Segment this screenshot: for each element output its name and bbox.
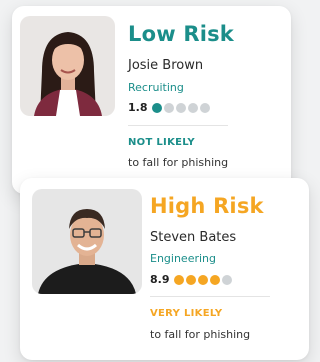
risk-level-label: High Risk [150,194,264,218]
phishing-caption: to fall for phishing [128,156,229,169]
risk-score-dots [151,98,212,117]
phishing-likelihood: VERY LIKELY [150,308,223,319]
risk-level-label: Low Risk [128,22,234,46]
risk-score: 8.9 [150,273,170,286]
phishing-likelihood: NOT LIKELY [128,137,195,148]
employee-risk-card-high: High Risk Steven Bates Engineering 8.9 V… [20,178,309,360]
score-dot-filled [209,275,220,285]
employee-risk-card-low: Low Risk Josie Brown Recruiting 1.8 NOT … [12,6,291,194]
employee-photo [20,16,115,116]
score-dot-empty [199,103,210,113]
score-dot-filled [185,275,196,285]
score-dot-filled [173,275,184,285]
risk-score-row: 1.8 [128,98,212,117]
risk-score: 1.8 [128,101,148,114]
divider [128,125,228,126]
score-dot-filled [151,103,162,113]
risk-score-dots [173,270,234,289]
phishing-caption: to fall for phishing [150,328,251,341]
score-dot-empty [163,103,174,113]
score-dot-filled [197,275,208,285]
score-dot-empty [187,103,198,113]
divider [150,296,270,297]
score-dot-empty [221,275,232,285]
employee-department: Recruiting [128,81,184,94]
employee-name: Steven Bates [150,230,237,245]
employee-photo [32,189,142,294]
employee-department: Engineering [150,252,216,265]
score-dot-empty [175,103,186,113]
risk-score-row: 8.9 [150,270,234,289]
employee-name: Josie Brown [128,58,204,73]
